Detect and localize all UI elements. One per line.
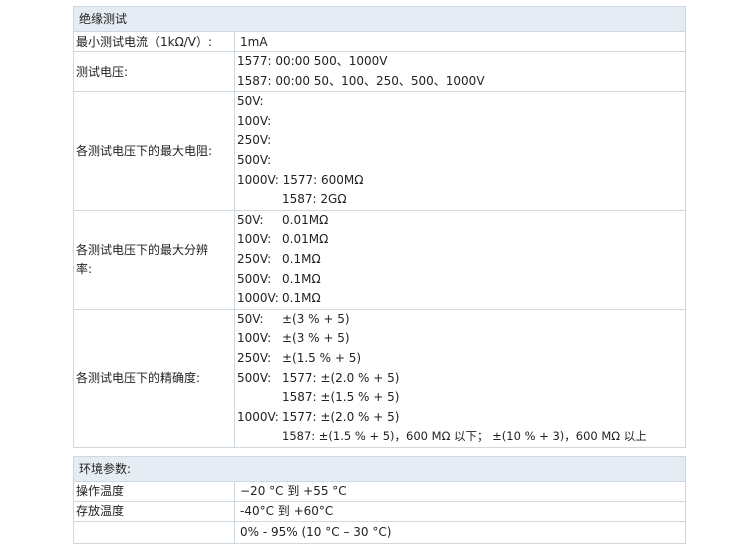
value-line: 500V: 0.1MΩ	[237, 270, 685, 290]
spec-value: -40°C 到 +60°C	[233, 500, 687, 522]
value-line: 100V:	[237, 113, 272, 128]
spec-label: 各测试电压下的精确度:	[73, 308, 235, 448]
spec-label: 测试电压:	[73, 50, 235, 93]
value-line: 250V: 0.1MΩ	[237, 250, 685, 270]
value-line: 50V: ±(3 % + 5)	[237, 310, 685, 330]
value-line: 250V:	[237, 133, 272, 148]
value-text: 1587: ±(1.5 % + 5)，600 MΩ 以下； ±(10 % + 3…	[282, 429, 647, 444]
spec-row-test-voltage: 测试电压: 1577: 00:00 500、1000V 1587: 00:00 …	[73, 50, 687, 93]
section-header-insulation: 绝缘测试	[72, 6, 687, 32]
spec-value: 0% - 95% (10 °C – 30 °C)	[233, 520, 687, 544]
value-line: 100V: ±(3 % + 5)	[237, 329, 685, 349]
spec-value: 50V: ±(3 % + 5) 100V: ±(3 % + 5) 250V: ±(1.…	[233, 308, 687, 448]
value-text: 0.1MΩ	[282, 251, 321, 266]
spec-label: 各测试电压下的最大电阻:	[73, 91, 235, 211]
value-line: 500V: 1577: ±(2.0 % + 5)	[237, 369, 685, 389]
value-text: -40°C 到 +60°C	[240, 504, 334, 519]
gap-cell	[73, 446, 686, 457]
value-line: 250V: ±(1.5 % + 5)	[237, 349, 685, 369]
spec-row-max-resolution: 各测试电压下的最大分辨 率: 50V: 0.01MΩ 100V: 0.01MΩ 25…	[73, 209, 687, 310]
section-header-environment: 环境参数:	[72, 455, 687, 482]
voltage-label: 1000V:	[237, 409, 279, 424]
value-text: ±(3 % + 5)	[282, 311, 350, 326]
spec-label: 最小测试电流（1kΩ/V）:	[73, 31, 235, 52]
spec-row-min-current: 最小测试电流（1kΩ/V）: 1mA	[73, 31, 687, 52]
spec-row-humidity: 0% - 95% (10 °C – 30 °C)	[73, 520, 687, 544]
voltage-label: 250V:	[237, 350, 272, 365]
label-line: 率:	[76, 261, 93, 276]
spec-label: 各测试电压下的最大分辨 率:	[73, 209, 235, 310]
value-line: 50V: 0.01MΩ	[237, 211, 685, 231]
label-line: 各测试电压下的最大分辨	[76, 242, 209, 257]
value-text: 1587: 2GΩ	[282, 192, 347, 207]
value-text: 0.1MΩ	[282, 291, 321, 306]
value-line: 50V:	[237, 94, 264, 109]
value-text: −20 °C 到 +55 °C	[240, 484, 347, 499]
spec-label: 存放温度	[73, 500, 235, 522]
value-line: 500V:	[237, 152, 272, 167]
voltage-label: 50V:	[237, 311, 264, 326]
value-text: 0% - 95% (10 °C – 30 °C)	[240, 525, 392, 540]
spec-row-accuracy: 各测试电压下的精确度: 50V: ±(3 % + 5) 100V: ±(3 % + …	[73, 308, 687, 448]
value-text: ±(3 % + 5)	[282, 331, 350, 346]
spec-row-storage-temp: 存放温度 -40°C 到 +60°C	[73, 500, 687, 522]
spec-value: 50V: 0.01MΩ 100V: 0.01MΩ 250V: 0.1MΩ 500V: 0…	[233, 209, 687, 310]
voltage-label: 500V:	[237, 271, 272, 286]
value-line: 1000V: 1577: ±(2.0 % + 5)	[237, 408, 685, 428]
value-text: ±(1.5 % + 5)	[282, 350, 362, 365]
value-text: 0.01MΩ	[282, 212, 329, 227]
spec-value: 50V: 100V: 250V: 500V: 1000V: 1577: 600M…	[233, 91, 687, 211]
section-header-row: 环境参数:	[72, 455, 687, 482]
value-text: 1577: ±(2.0 % + 5)	[282, 409, 400, 424]
spec-value: −20 °C 到 +55 °C	[233, 480, 687, 502]
spec-label	[73, 520, 235, 544]
value-text: 0.1MΩ	[282, 271, 321, 286]
voltage-label: 250V:	[237, 251, 272, 266]
value-line: 1587: 00:00 50、100、250、500、1000V	[237, 73, 485, 88]
section-gap	[73, 446, 686, 457]
section-header-row: 绝缘测试	[72, 6, 687, 32]
value-line: 1587: ±(1.5 % + 5)	[237, 388, 685, 408]
spec-value: 1577: 00:00 500、1000V 1587: 00:00 50、100…	[233, 50, 687, 93]
value-text: 1587: ±(1.5 % + 5)	[282, 390, 400, 405]
spec-row-max-resistance: 各测试电压下的最大电阻: 50V: 100V: 250V: 500V: 1000…	[73, 91, 687, 211]
value-line: 1587: ±(1.5 % + 5)，600 MΩ 以下； ±(10 % + 3…	[237, 427, 685, 447]
voltage-label: 50V:	[237, 212, 264, 227]
spec-value-text: 1mA	[240, 34, 268, 49]
value-text: 1577: ±(2.0 % + 5)	[282, 370, 400, 385]
voltage-label: 1000V:	[237, 291, 279, 306]
value-line: 1587: 2GΩ	[237, 190, 685, 210]
voltage-label: 500V:	[237, 370, 272, 385]
value-text: 0.01MΩ	[282, 232, 329, 247]
voltage-label: 100V:	[237, 232, 272, 247]
value-line: 100V: 0.01MΩ	[237, 230, 685, 250]
spec-label: 操作温度	[73, 480, 235, 502]
value-line: 1000V: 0.1MΩ	[237, 289, 685, 309]
value-line: 1000V: 1577: 600MΩ	[237, 172, 364, 187]
spec-value: 1mA	[233, 31, 687, 52]
spec-table: 绝缘测试 最小测试电流（1kΩ/V）: 1mA 测试电压: 1577: 00:0…	[72, 6, 687, 544]
value-line: 1577: 00:00 500、1000V	[237, 54, 388, 68]
spec-row-operating-temp: 操作温度 −20 °C 到 +55 °C	[73, 480, 687, 502]
voltage-label: 100V:	[237, 331, 272, 346]
